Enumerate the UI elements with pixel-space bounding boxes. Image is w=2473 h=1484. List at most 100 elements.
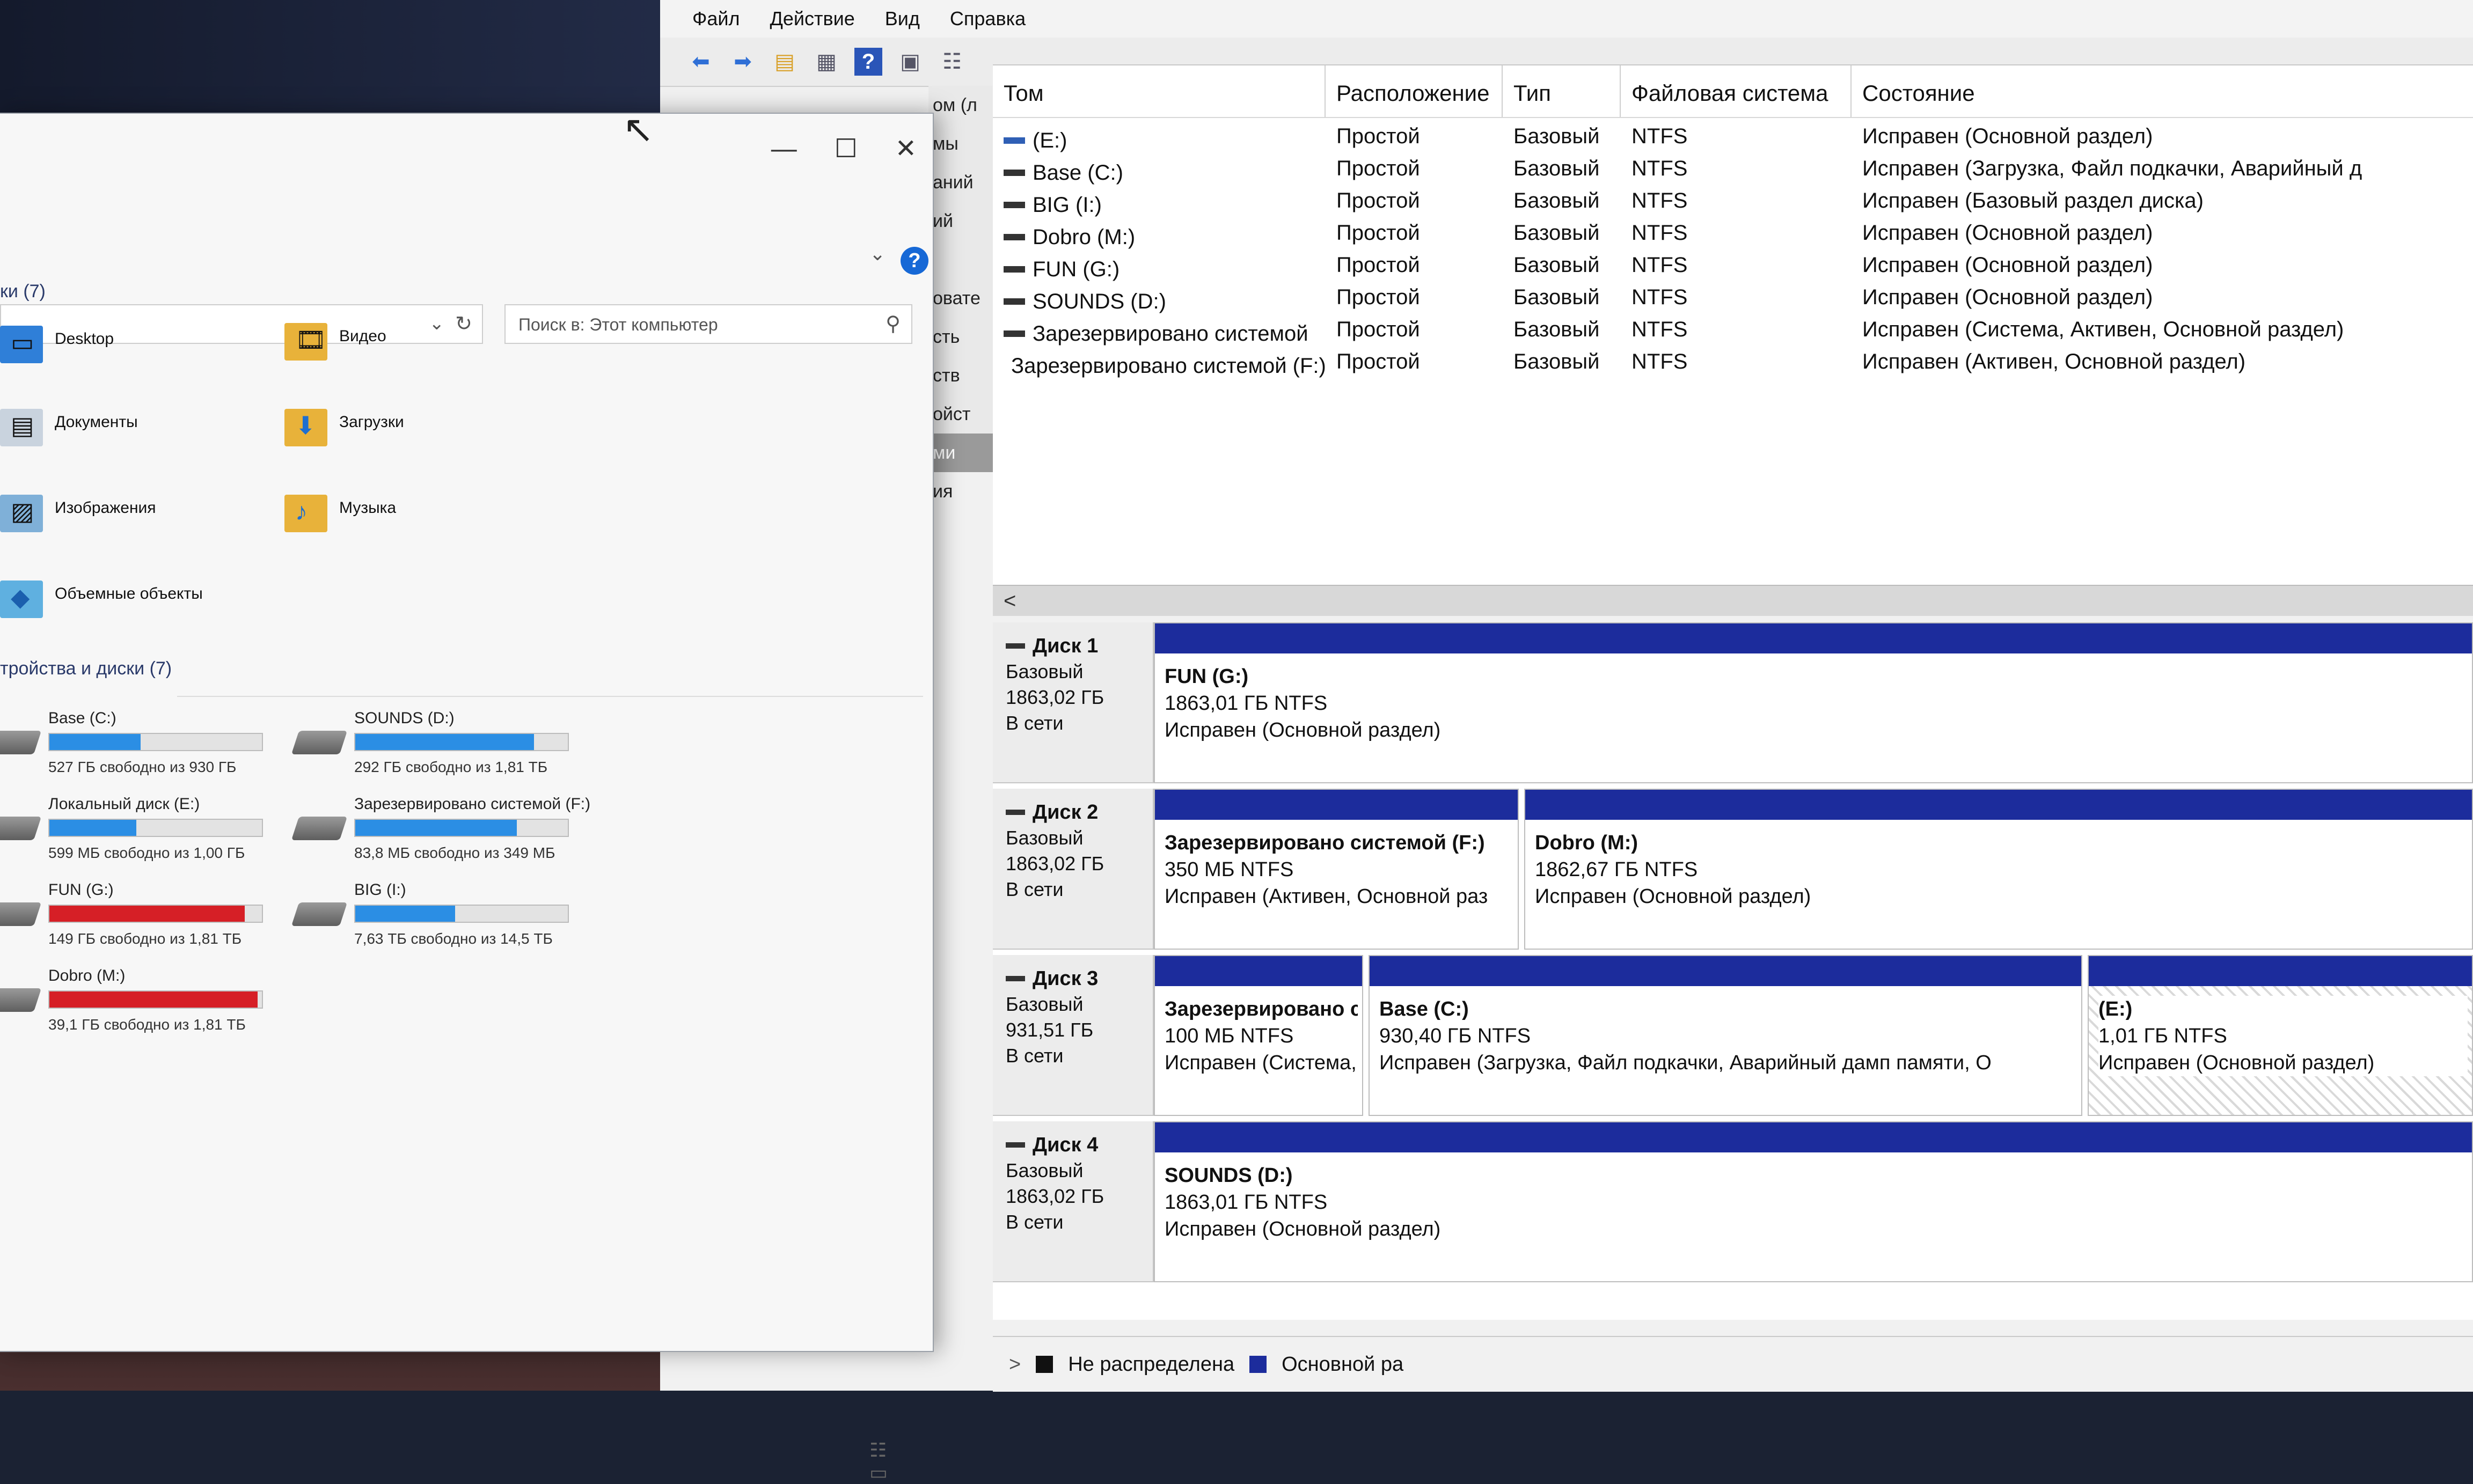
folder-3d-objects[interactable]: ◆ Объемные объекты <box>0 570 203 618</box>
tree-item[interactable]: ств <box>928 356 993 395</box>
drive-tile[interactable]: Base (C:) 527 ГБ свободно из 930 ГБ <box>0 709 268 790</box>
column-layout[interactable]: Расположение <box>1326 65 1503 117</box>
forward-arrow-icon[interactable]: ➡ <box>729 48 757 76</box>
help-button[interactable]: ? <box>901 247 928 275</box>
menu-help[interactable]: Справка <box>950 8 1026 30</box>
volume-icon <box>1004 202 1025 208</box>
volume-name: Зарезервировано системой (F:) <box>1011 354 1326 378</box>
disk-icon <box>1006 1142 1025 1148</box>
menu-file[interactable]: Файл <box>692 8 740 30</box>
minimize-button[interactable]: — <box>771 134 797 164</box>
volume-row[interactable]: Зарезервировано системой (F:) Простой Базо… <box>993 350 2473 382</box>
console-icon[interactable]: ▣ <box>896 48 924 76</box>
tree-item[interactable]: ия <box>928 472 993 511</box>
address-dropdown-icon[interactable]: ⌄ <box>429 313 445 334</box>
partition-reserved-f[interactable]: Зарезервировано системой (F:) 350 МБ NTFS… <box>1154 789 1519 950</box>
partition-sounds-d[interactable]: SOUNDS (D:) 1863,01 ГБ NTFS Исправен (Осно… <box>1154 1121 2473 1282</box>
volume-row[interactable]: (E:) Простой Базовый NTFS Исправен (Основной… <box>993 124 2473 157</box>
drives-group-header[interactable]: тройства и диски (7) <box>0 658 172 679</box>
partition-fun-g[interactable]: FUN (G:) 1863,01 ГБ NTFS Исправен (Основно… <box>1154 622 2473 783</box>
drive-tile[interactable]: BIG (I:) 7,63 ТБ свободно из 14,5 ТБ <box>291 881 574 961</box>
ribbon-expand-icon[interactable]: ⌄ <box>869 243 886 265</box>
menu-view[interactable]: Вид <box>885 8 920 30</box>
folder-up-icon[interactable]: ▤ <box>771 48 799 76</box>
volume-icon <box>1004 234 1025 240</box>
horizontal-scrollbar[interactable]: < <box>993 585 2473 616</box>
drive-tile[interactable]: Dobro (M:) 39,1 ГБ свободно из 1,81 ТБ <box>0 967 268 1047</box>
disk-info-4[interactable]: Диск 4 Базовый 1863,02 ГБ В сети <box>993 1121 1154 1282</box>
partition-reserved-system[interactable]: Зарезервировано с 100 МБ NTFS Исправен (Си… <box>1154 955 1363 1116</box>
drive-free-space: 599 МБ свободно из 1,00 ГБ <box>48 844 245 861</box>
partition-dobro-m[interactable]: Dobro (M:) 1862,67 ГБ NTFS Исправен (Основ… <box>1524 789 2473 950</box>
search-input[interactable]: Поиск в: Этот компьютер ⚲ <box>504 304 912 344</box>
volume-layout: Простой <box>1336 157 1420 180</box>
desktop-background <box>0 0 698 129</box>
volume-row[interactable]: FUN (G:) Простой Базовый NTFS Исправен (Осно… <box>993 253 2473 285</box>
close-button[interactable]: ✕ <box>895 134 917 164</box>
disk-row-3: Диск 3 Базовый 931,51 ГБ В сети Зарезерв… <box>993 955 2473 1116</box>
folder-downloads[interactable]: ⬇ Загрузки <box>284 398 404 446</box>
maximize-button[interactable]: ☐ <box>835 134 858 164</box>
help-icon[interactable]: ? <box>854 48 882 76</box>
search-icon[interactable]: ⚲ <box>886 312 901 336</box>
column-volume[interactable]: Том <box>993 65 1326 117</box>
tree-item[interactable]: овате <box>928 279 993 318</box>
volume-row[interactable]: Dobro (M:) Простой Базовый NTFS Исправен (Ос… <box>993 221 2473 253</box>
drive-usage-bar <box>48 990 263 1009</box>
volume-filesystem: NTFS <box>1631 318 1688 341</box>
folder-documents[interactable]: ▤ Документы <box>0 398 138 446</box>
legend-arrow-icon[interactable]: > <box>1009 1353 1021 1376</box>
drive-usage-fill <box>49 906 245 922</box>
partition-name: Зарезервировано с <box>1165 998 1358 1020</box>
disk-info-3[interactable]: Диск 3 Базовый 931,51 ГБ В сети <box>993 955 1154 1116</box>
tree-item[interactable]: ойст <box>928 395 993 434</box>
drive-tile[interactable]: Локальный диск (E:) 599 МБ свободно из 1,… <box>0 795 268 876</box>
tree-item[interactable]: ом (л <box>928 86 993 124</box>
tree-item[interactable]: ий <box>928 202 993 240</box>
volume-row[interactable]: SOUNDS (D:) Простой Базовый NTFS Исправен (О… <box>993 285 2473 318</box>
drive-tile[interactable]: FUN (G:) 149 ГБ свободно из 1,81 ТБ <box>0 881 268 961</box>
folder-desktop[interactable]: ▭ Desktop <box>0 315 114 363</box>
drive-name: FUN (G:) <box>48 881 114 899</box>
tree-item[interactable]: аний <box>928 163 993 202</box>
volume-status: Исправен (Загрузка, Файл подкачки, Авари… <box>1862 157 2362 180</box>
drive-tile[interactable]: SOUNDS (D:) 292 ГБ свободно из 1,81 ТБ <box>291 709 574 790</box>
partition-base-c[interactable]: Base (C:) 930,40 ГБ NTFS Исправен (Загрузк… <box>1369 955 2082 1116</box>
tree-item[interactable] <box>928 240 993 279</box>
partition-bar <box>1155 1122 2472 1152</box>
downloads-folder-icon: ⬇ <box>284 398 327 446</box>
scroll-left-icon[interactable]: < <box>1004 589 1016 613</box>
column-type[interactable]: Тип <box>1503 65 1621 117</box>
folders-group-header[interactable]: ки (7) <box>0 281 46 302</box>
volume-rows: (E:) Простой Базовый NTFS Исправен (Основной… <box>993 124 2473 382</box>
folder-music[interactable]: ♪ Музыка <box>284 484 396 532</box>
drive-name: Локальный диск (E:) <box>48 795 200 813</box>
column-status[interactable]: Состояние <box>1852 65 2473 117</box>
volume-row[interactable]: Зарезервировано системой Простой Базовый NT… <box>993 318 2473 350</box>
properties-icon[interactable]: ▦ <box>813 48 840 76</box>
hard-drive-icon <box>0 817 42 840</box>
disk-info-1[interactable]: Диск 1 Базовый 1863,02 ГБ В сети <box>993 622 1154 783</box>
tree-item[interactable]: сть <box>928 318 993 356</box>
list-icon[interactable]: ☷ <box>938 48 966 76</box>
refresh-icon[interactable]: ↻ <box>455 312 472 336</box>
partition-e[interactable]: (E:) 1,01 ГБ NTFS Исправен (Основной разде… <box>2088 955 2473 1116</box>
back-arrow-icon[interactable]: ⬅ <box>687 48 715 76</box>
view-toggle-icons[interactable]: ☷ ▭ <box>869 1439 933 1484</box>
column-filesystem[interactable]: Файловая система <box>1621 65 1852 117</box>
tree-item[interactable]: мы <box>928 124 993 163</box>
volume-row[interactable]: BIG (I:) Простой Базовый NTFS Исправен (Базо… <box>993 189 2473 221</box>
drive-tile[interactable]: Зарезервировано системой (F:) 83,8 МБ сво… <box>291 795 590 876</box>
volume-type: Базовый <box>1513 157 1600 180</box>
drive-free-space: 149 ГБ свободно из 1,81 ТБ <box>48 930 242 947</box>
tree-item[interactable]: ми <box>928 434 993 472</box>
disk-type: Базовый <box>1006 660 1084 682</box>
folder-video[interactable]: 🎞 Видео <box>284 312 386 361</box>
menu-action[interactable]: Действие <box>770 8 855 30</box>
partition-bar <box>1370 956 2081 986</box>
volume-row[interactable]: Base (C:) Простой Базовый NTFS Исправен (Заг… <box>993 157 2473 189</box>
disk-info-2[interactable]: Диск 2 Базовый 1863,02 ГБ В сети <box>993 789 1154 950</box>
partition-name: SOUNDS (D:) <box>1165 1164 1293 1187</box>
disk-name: Диск 1 <box>1033 635 1099 657</box>
folder-pictures[interactable]: ▨ Изображения <box>0 484 156 532</box>
